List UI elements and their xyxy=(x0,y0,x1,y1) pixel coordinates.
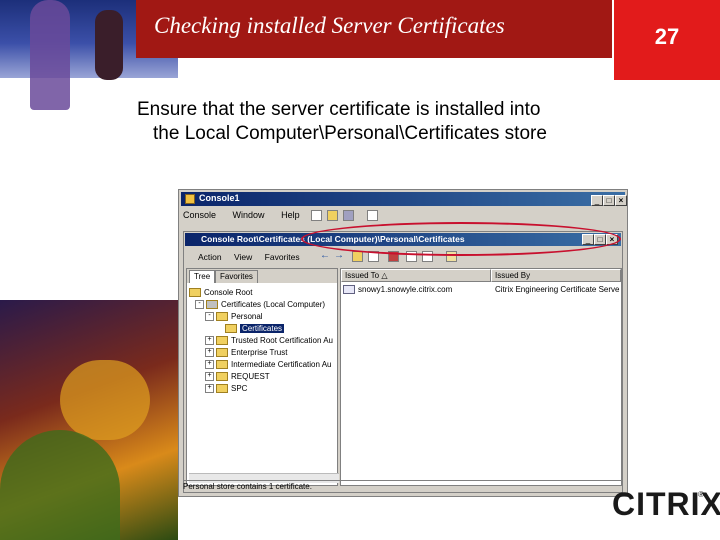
folder-icon xyxy=(216,384,228,394)
folder-icon xyxy=(216,312,228,322)
collapse-icon[interactable]: - xyxy=(195,300,204,310)
minimize-button[interactable]: _ xyxy=(591,195,603,206)
certificates-snapin-icon xyxy=(206,300,218,310)
expand-icon[interactable]: + xyxy=(205,336,214,346)
new-icon[interactable] xyxy=(311,210,322,221)
close-button[interactable]: × xyxy=(615,195,627,206)
tree-item-spc[interactable]: + SPC xyxy=(189,383,333,395)
highlight-ellipse xyxy=(301,222,621,256)
tab-tree[interactable]: Tree xyxy=(189,270,216,283)
folder-icon xyxy=(189,288,201,298)
folder-icon xyxy=(216,372,228,382)
back-arrow-icon[interactable]: ← xyxy=(320,251,331,262)
expand-icon[interactable]: + xyxy=(205,360,214,370)
console-title: Console1 xyxy=(199,193,240,203)
menu-favorites[interactable]: Favorites xyxy=(265,252,300,262)
column-issued-by[interactable]: Issued By xyxy=(491,269,621,282)
tab-favorites[interactable]: Favorites xyxy=(215,270,258,283)
slide-body-text: Ensure that the server certificate is in… xyxy=(137,98,547,146)
console-tree: Console Root - Certificates (Local Comput… xyxy=(189,287,333,395)
menu-view[interactable]: View xyxy=(234,252,252,262)
menu-action[interactable]: Action xyxy=(198,252,222,262)
expand-icon[interactable]: + xyxy=(205,372,214,382)
tree-item-certificates-local-computer[interactable]: - Certificates (Local Computer) xyxy=(189,299,333,311)
certificate-list-pane: Issued To △ Issued By snowy1.snowyle.cit… xyxy=(340,268,622,486)
column-issued-to[interactable]: Issued To △ xyxy=(341,269,491,282)
folder-open-icon xyxy=(225,324,237,334)
console-icon xyxy=(185,194,195,204)
tree-item-intermediate[interactable]: + Intermediate Certification Au xyxy=(189,359,333,371)
certificates-child-window: Console Root\Certificates (Local Compute… xyxy=(183,231,623,493)
cell-issued-to: snowy1.snowyle.citrix.com xyxy=(358,285,453,294)
tree-item-trusted-root[interactable]: + Trusted Root Certification Au xyxy=(189,335,333,347)
console-menubar: Console Window Help xyxy=(183,210,314,224)
folder-icon xyxy=(216,348,228,358)
tree-item-console-root[interactable]: Console Root xyxy=(189,287,333,299)
body-line-2: the Local Computer\Personal\Certificates… xyxy=(153,123,547,144)
collapse-icon[interactable]: - xyxy=(205,312,214,322)
certificate-icon xyxy=(343,285,355,295)
slide-title: Checking installed Server Certificates xyxy=(154,13,505,38)
expand-icon[interactable]: + xyxy=(205,348,214,358)
open-icon[interactable] xyxy=(327,210,338,221)
console-titlebar: Console1 _ □ × xyxy=(181,192,627,206)
registered-mark: ® xyxy=(698,490,704,499)
new-window-icon[interactable] xyxy=(367,210,378,221)
tree-item-request[interactable]: + REQUEST xyxy=(189,371,333,383)
folder-icon xyxy=(216,360,228,370)
tree-item-personal[interactable]: - Personal xyxy=(189,311,333,323)
sort-ascending-icon: △ xyxy=(381,271,388,280)
decorative-artwork xyxy=(0,0,178,540)
save-icon[interactable] xyxy=(343,210,354,221)
child-menubar: Action View Favorites xyxy=(198,252,310,262)
expand-icon[interactable]: + xyxy=(205,384,214,394)
cell-issued-by: Citrix Engineering Certificate Serve xyxy=(495,285,620,294)
menu-window[interactable]: Window xyxy=(233,210,265,220)
tree-item-enterprise-trust[interactable]: + Enterprise Trust xyxy=(189,347,333,359)
table-row[interactable]: snowy1.snowyle.citrix.com xyxy=(343,285,453,295)
status-bar: Personal store contains 1 certificate. xyxy=(183,480,623,493)
folder-icon xyxy=(216,336,228,346)
tree-item-certificates[interactable]: Certificates xyxy=(189,323,333,335)
maximize-button[interactable]: □ xyxy=(603,195,615,206)
up-folder-icon[interactable] xyxy=(352,251,363,262)
tree-pane: Tree Favorites Console Root - Certificate… xyxy=(186,268,339,486)
menu-console[interactable]: Console xyxy=(183,210,216,220)
forward-arrow-icon[interactable]: → xyxy=(334,251,345,262)
menu-help[interactable]: Help xyxy=(281,210,300,220)
page-number: 27 xyxy=(654,24,680,49)
body-line-1: Ensure that the server certificate is in… xyxy=(137,99,541,120)
